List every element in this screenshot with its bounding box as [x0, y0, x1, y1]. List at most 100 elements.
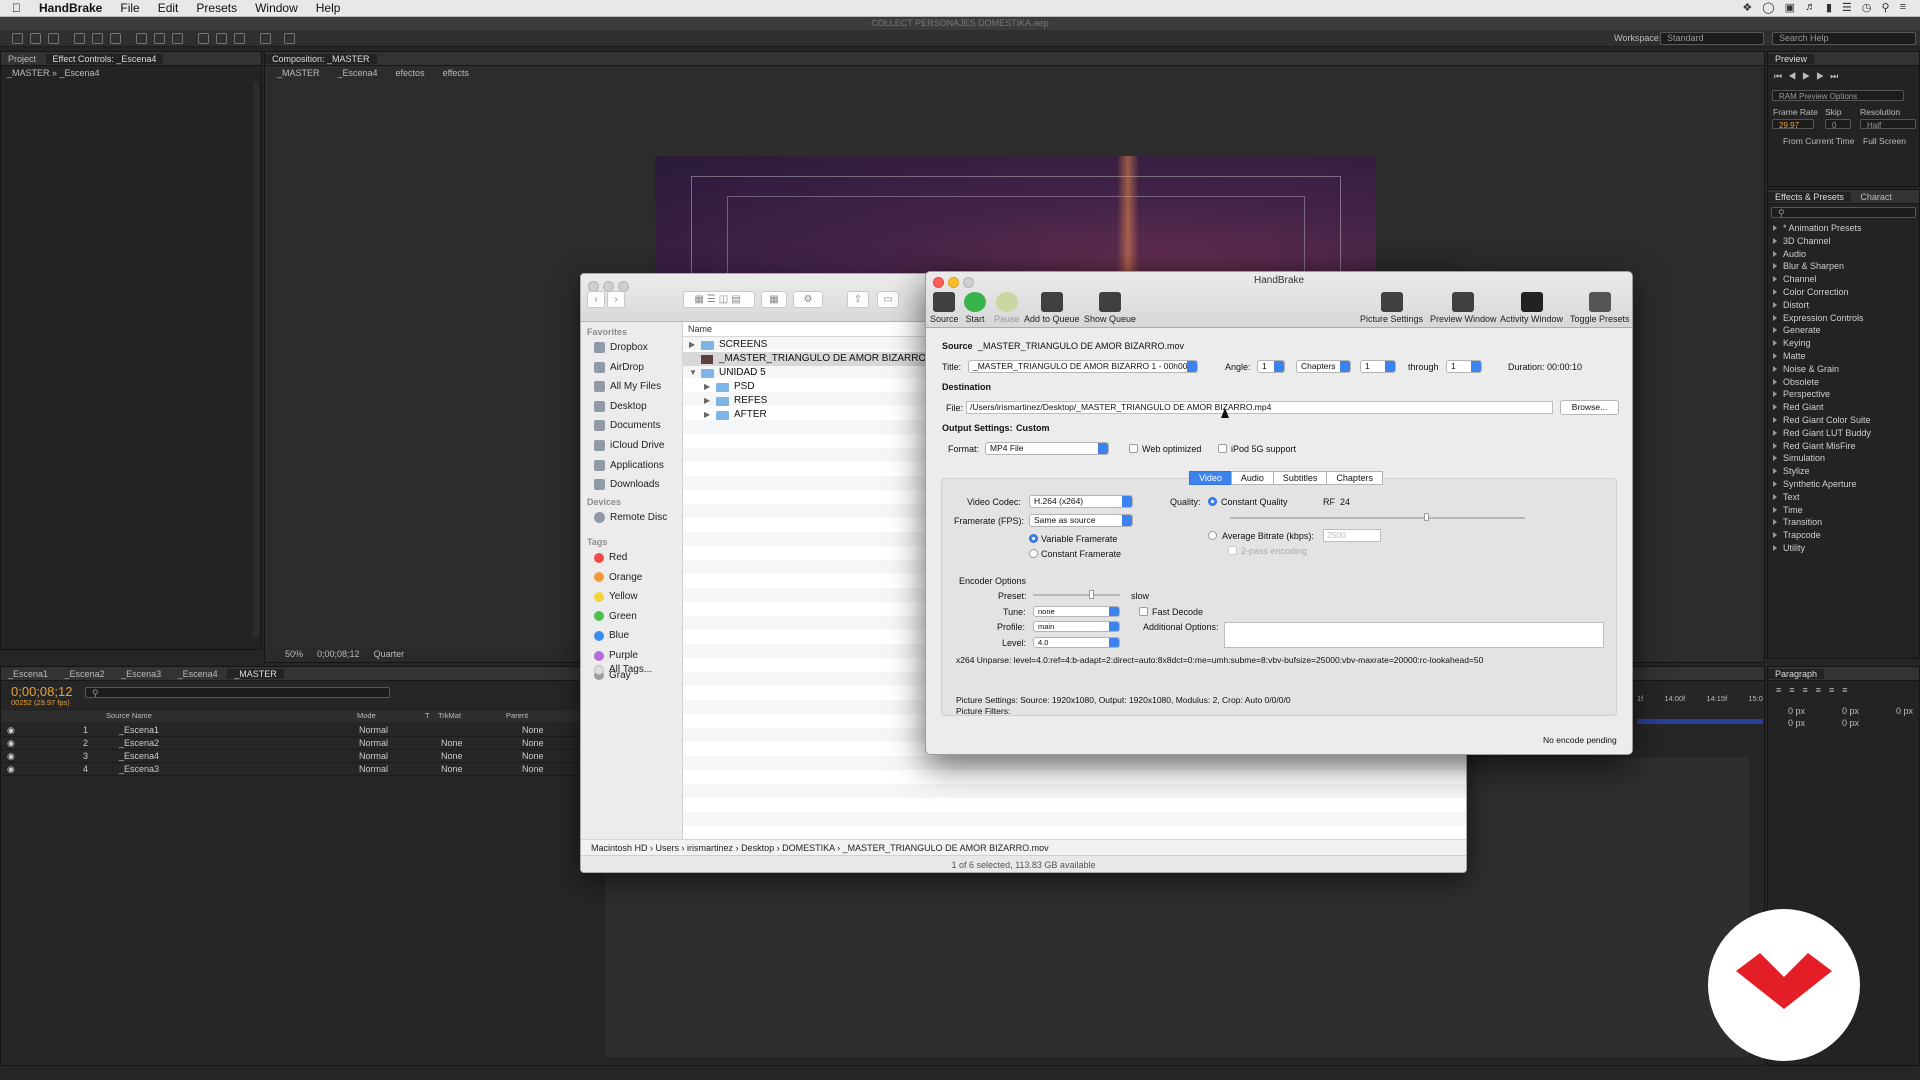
menu-help[interactable]: Help	[316, 1, 341, 15]
variable-framerate-radio[interactable]	[1029, 534, 1038, 543]
effect-category[interactable]: Expression Controls	[1768, 312, 1919, 325]
path-macintosh-hd[interactable]: Macintosh HD	[591, 843, 648, 853]
effect-category[interactable]: Noise & Grain	[1768, 363, 1919, 376]
visibility-eye-icon[interactable]: ◉	[7, 763, 15, 776]
path-irismartinez[interactable]: irismartinez	[687, 843, 733, 853]
col-trkmat[interactable]: TrkMat	[438, 711, 461, 720]
web-optimized-checkbox[interactable]	[1129, 444, 1138, 453]
zoom-tool-icon[interactable]	[48, 33, 59, 44]
pause-button[interactable]: Pause	[994, 292, 1020, 324]
space-before-value[interactable]: 0 px	[1788, 718, 1805, 728]
comp-crumb-escena4[interactable]: _Escena4	[338, 68, 378, 78]
path-users[interactable]: Users	[656, 843, 680, 853]
comp-crumb-effects[interactable]: effects	[443, 68, 469, 78]
visibility-eye-icon[interactable]: ◉	[7, 724, 15, 737]
pan-behind-tool-icon[interactable]	[110, 33, 121, 44]
ram-preview-options[interactable]: RAM Preview Options	[1772, 90, 1904, 101]
level-select[interactable]: 4.0	[1033, 637, 1120, 648]
format-select[interactable]: MP4 File	[985, 442, 1109, 455]
sidebar-item-all-my-files[interactable]: All My Files	[594, 381, 661, 393]
tab-preview[interactable]: Preview	[1768, 54, 1815, 64]
space-after-value[interactable]: 0 px	[1842, 718, 1859, 728]
share-icon[interactable]: ⇧	[847, 291, 869, 308]
file-row-unidad5[interactable]: ▼ UNIDAD 5	[683, 366, 923, 380]
tab-escena1[interactable]: _Escena1	[1, 669, 55, 679]
menu-file[interactable]: File	[120, 1, 139, 15]
browse-button[interactable]: Browse...	[1560, 400, 1619, 415]
tab-chapters[interactable]: Chapters	[1326, 471, 1383, 485]
menu-app-name[interactable]: HandBrake	[39, 1, 102, 15]
tab-master[interactable]: _MASTER	[227, 669, 284, 679]
paragraph-align-buttons[interactable]: ≡≡≡≡≡≡	[1776, 685, 1856, 695]
sidebar-item-desktop[interactable]: Desktop	[594, 400, 647, 412]
zoom-select[interactable]: 50%	[285, 647, 303, 662]
chapter-to-select[interactable]: 1	[1446, 360, 1482, 373]
file-row-after[interactable]: ▶ AFTER	[683, 408, 923, 422]
tab-escena4[interactable]: _Escena4	[171, 669, 225, 679]
sidebar-tag-purple[interactable]: Purple	[594, 650, 638, 661]
sidebar-tag-green[interactable]: Green	[594, 611, 637, 622]
path-file[interactable]: _MASTER_TRIANGULO DE AMOR BIZARRO.mov	[843, 843, 1049, 853]
volume-icon[interactable]: ♬	[1805, 1, 1816, 14]
tab-project[interactable]: Project	[1, 54, 43, 64]
hand-tool-icon[interactable]	[30, 33, 41, 44]
time-ruler[interactable]: 1f 14:00f 14:15f 15:0	[1637, 694, 1763, 703]
additional-options-input[interactable]	[1224, 622, 1604, 648]
tab-effects-presets[interactable]: Effects & Presets	[1768, 192, 1851, 202]
preview-window-button[interactable]: Preview Window	[1430, 292, 1497, 324]
quality-slider-track[interactable]	[1230, 517, 1525, 519]
file-row-psd[interactable]: ▶ PSD	[683, 380, 923, 394]
action-gear-icon[interactable]: ⚙	[793, 291, 823, 308]
playback-controls[interactable]: ⏮◀▶▶⏭	[1774, 71, 1844, 82]
disclosure-triangle-icon[interactable]: ▶	[689, 338, 695, 352]
timeline-timecode[interactable]: 0;00;08;12	[11, 684, 72, 699]
tab-audio[interactable]: Audio	[1230, 471, 1274, 485]
effect-category[interactable]: Red Giant LUT Buddy	[1768, 427, 1919, 440]
file-row-refes[interactable]: ▶ REFES	[683, 394, 923, 408]
tab-escena3[interactable]: _Escena3	[114, 669, 168, 679]
tags-icon[interactable]: ▭	[877, 291, 899, 308]
roto-brush-tool-icon[interactable]	[260, 33, 271, 44]
puppet-tool-icon[interactable]	[284, 33, 295, 44]
effect-category[interactable]: Distort	[1768, 299, 1919, 312]
timeline-search-input[interactable]: ⚲	[85, 687, 390, 698]
indent-left-value[interactable]: 0 px	[1788, 706, 1805, 716]
eraser-tool-icon[interactable]	[234, 33, 245, 44]
effect-category[interactable]: Obsolete	[1768, 376, 1919, 389]
bitrate-input[interactable]: 2500	[1323, 529, 1381, 542]
sidebar-tag-orange[interactable]: Orange	[594, 572, 642, 583]
view-mode-icon[interactable]: ▦☰◫▤	[683, 291, 755, 308]
ipod-support-checkbox[interactable]	[1218, 444, 1227, 453]
disclosure-triangle-icon[interactable]: ▶	[704, 380, 710, 394]
camera-tool-icon[interactable]	[92, 33, 103, 44]
visibility-eye-icon[interactable]: ◉	[7, 750, 15, 763]
display-icon[interactable]: ▣	[1785, 1, 1795, 14]
brush-tool-icon[interactable]	[198, 33, 209, 44]
two-pass-checkbox[interactable]	[1228, 546, 1237, 555]
sidebar-item-icloud-drive[interactable]: iCloud Drive	[594, 440, 664, 451]
chapters-mode-select[interactable]: Chapters	[1296, 360, 1351, 373]
sidebar-tag-yellow[interactable]: Yellow	[594, 591, 638, 602]
type-tool-icon[interactable]	[172, 33, 183, 44]
average-bitrate-radio[interactable]	[1208, 531, 1217, 540]
layer-mode[interactable]: Normal	[359, 763, 388, 776]
layer-parent[interactable]: None	[522, 763, 544, 776]
start-button[interactable]: Start	[964, 292, 986, 324]
work-area-bar[interactable]	[1637, 719, 1763, 724]
effect-category[interactable]: 3D Channel	[1768, 235, 1919, 248]
activity-window-button[interactable]: Activity Window	[1500, 292, 1563, 324]
layer-parent[interactable]: None	[522, 737, 544, 750]
effect-category[interactable]: Utility	[1768, 542, 1919, 555]
sidebar-item-remote-disc[interactable]: Remote Disc	[594, 512, 667, 523]
spotlight-icon[interactable]: ⚲	[1882, 1, 1890, 14]
comp-crumb-master[interactable]: _MASTER	[277, 68, 320, 78]
sidebar-item-dropbox[interactable]: Dropbox	[594, 342, 648, 353]
tab-effect-controls[interactable]: Effect Controls: _Escena4	[45, 54, 164, 64]
framerate-select[interactable]: Same as source	[1029, 514, 1133, 527]
preset-slider-thumb[interactable]	[1089, 590, 1094, 599]
workspace-select[interactable]: Standard	[1660, 32, 1764, 45]
layer-mode[interactable]: Normal	[359, 750, 388, 763]
layer-row[interactable]: 4 _Escena3 Normal None None ◉	[1, 763, 581, 776]
comp-crumb-efectos[interactable]: efectos	[396, 68, 425, 78]
effect-category[interactable]: Perspective	[1768, 388, 1919, 401]
